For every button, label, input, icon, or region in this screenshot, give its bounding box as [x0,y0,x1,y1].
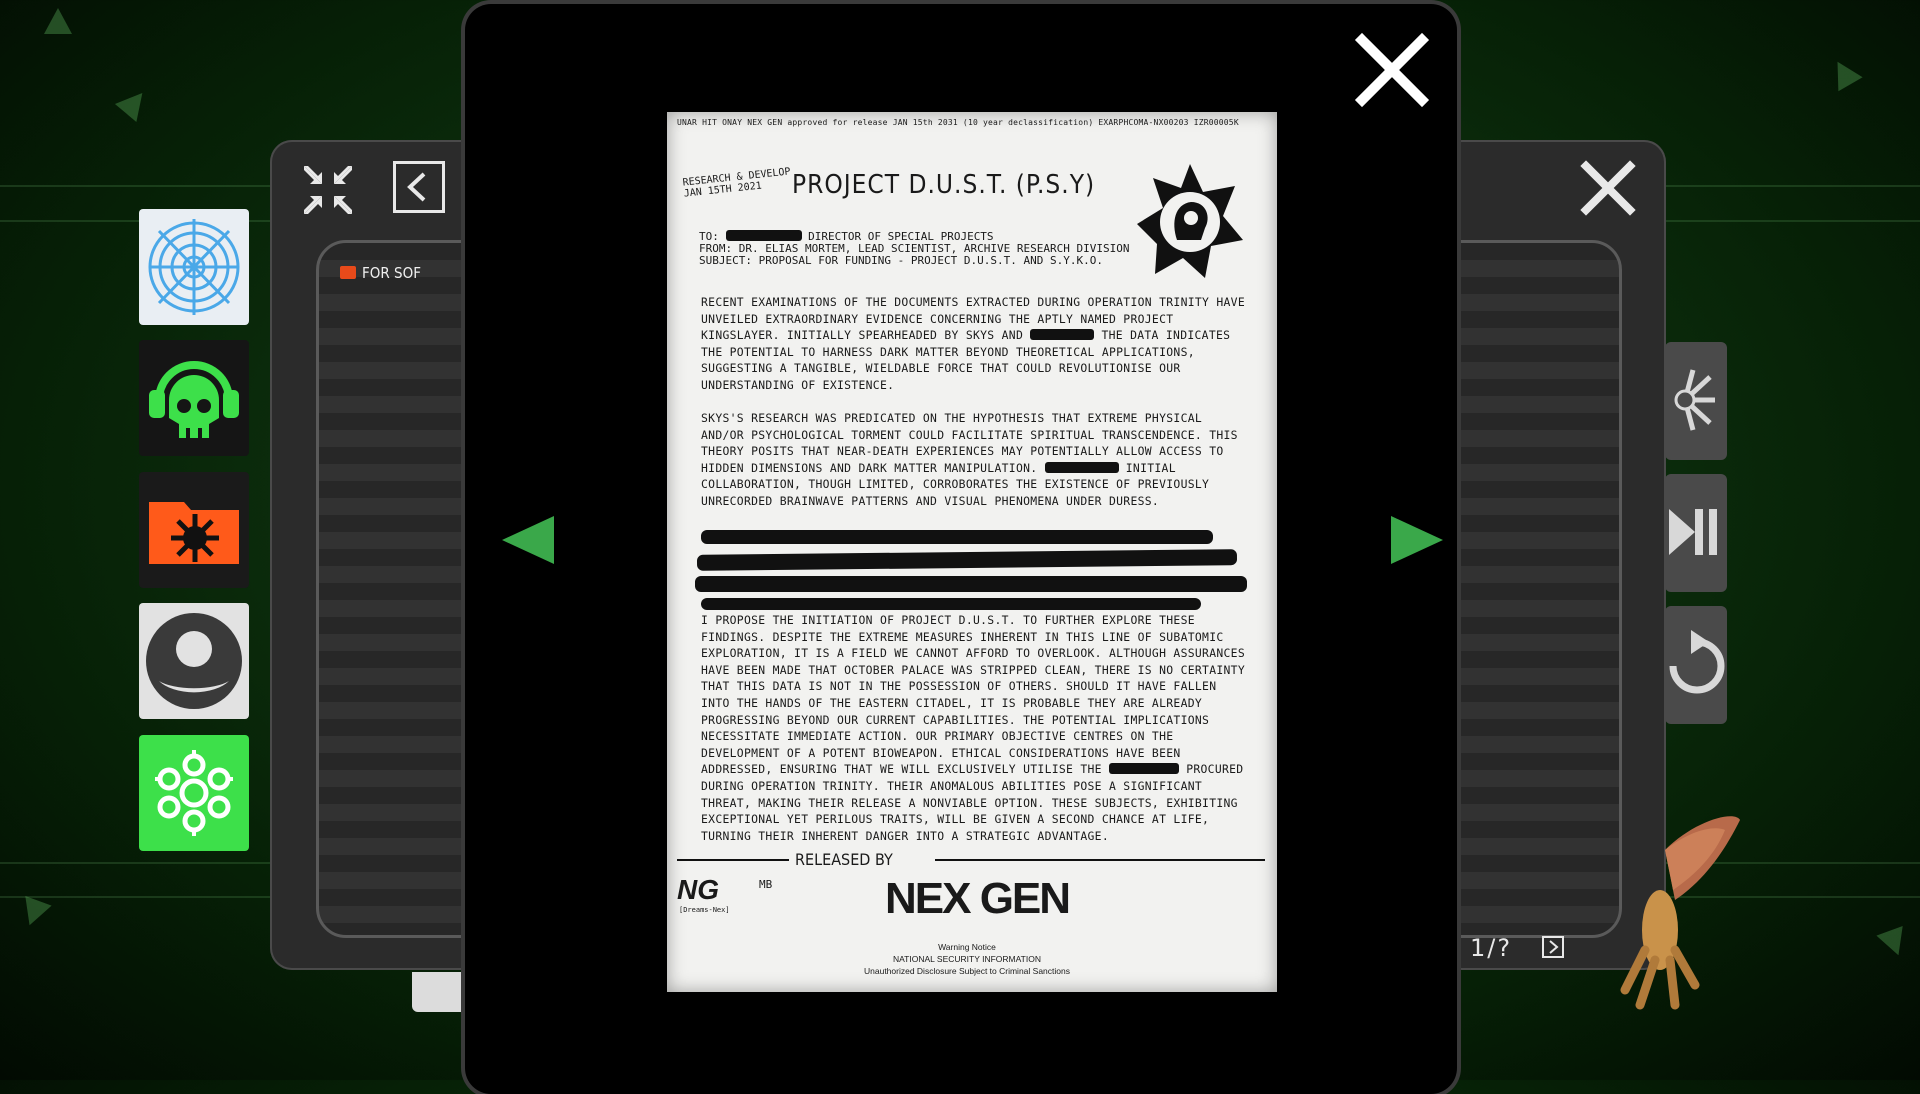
background-thorn [1876,925,1912,961]
mb-logo: MB [759,878,773,891]
page-indicator: 1/? [1470,934,1513,962]
memo-subject: SUBJECT: PROPOSAL FOR FUNDING - PROJECT … [699,254,1103,267]
redaction [725,230,802,241]
close-viewer-button[interactable] [1352,30,1432,110]
paragraph: I propose the initiation of Project D.U.… [701,612,1251,844]
ng-logo: NG [677,874,719,905]
virus-folder-icon[interactable] [139,472,249,588]
previous-page-arrow[interactable] [502,516,554,564]
paragraph-text: I propose the initiation of Project D.U.… [701,613,1245,777]
next-page-button[interactable] [1542,936,1564,958]
moth-creature [1565,810,1765,1020]
psy-seal-icon [1137,164,1243,278]
refresh-icon[interactable] [1665,606,1727,724]
warning-line: NATIONAL SECURITY INFORMATION [893,954,1041,964]
document-page: UNAR HIT ONAY NEX GEN approved for relea… [667,112,1277,992]
redaction-bar [701,598,1201,610]
warning-title: Warning Notice [938,942,996,952]
released-by-label: RELEASED BY [795,850,893,869]
skull-headphones-icon[interactable] [139,340,249,456]
settings-flower-icon[interactable] [139,735,249,851]
redaction-bar [695,576,1247,592]
collapse-icon[interactable] [300,162,356,218]
warning-line: Unauthorized Disclosure Subject to Crimi… [864,966,1070,976]
divider [677,859,789,861]
sunburst-icon[interactable] [1665,342,1727,460]
next-page-arrow[interactable] [1391,516,1443,564]
close-icon[interactable] [1578,158,1638,218]
folder-icon [340,266,356,279]
media-icon[interactable] [1665,474,1727,592]
folder-item-label: FOR SOF [362,264,421,282]
background-thorn [114,84,154,122]
document-title: PROJECT D.U.S.T. (P.S.Y) [792,170,1096,200]
partial-button[interactable] [412,972,472,1012]
divider [935,859,1265,861]
memo-header: TO: DIRECTOR OF SPECIAL PROJECTS FROM: D… [699,230,1130,267]
declassification-header: UNAR HIT ONAY NEX GEN approved for relea… [677,118,1239,127]
paragraph: Recent examinations of the documents ext… [701,294,1251,394]
redaction-bar [701,530,1213,544]
folder-item[interactable]: FOR SOF [340,264,421,282]
redaction-bar [696,549,1238,571]
profile-icon[interactable] [139,603,249,719]
back-button[interactable] [393,161,445,213]
redaction [1030,329,1095,341]
redaction [1109,763,1180,775]
web-icon[interactable] [139,209,249,325]
date-stamp: RESEARCH & DEVELOP JAN 15TH 2021 [682,166,792,199]
background-thorn [16,895,52,931]
redaction [1044,461,1119,473]
nexgen-logo: NEX GEN [885,874,1071,923]
background-thorn [44,8,72,34]
background-thorn [1825,54,1863,92]
paragraph: Skys's research was predicated on the hy… [701,410,1251,510]
ng-logo-subtitle: [Dreams-Nex] [679,906,730,914]
